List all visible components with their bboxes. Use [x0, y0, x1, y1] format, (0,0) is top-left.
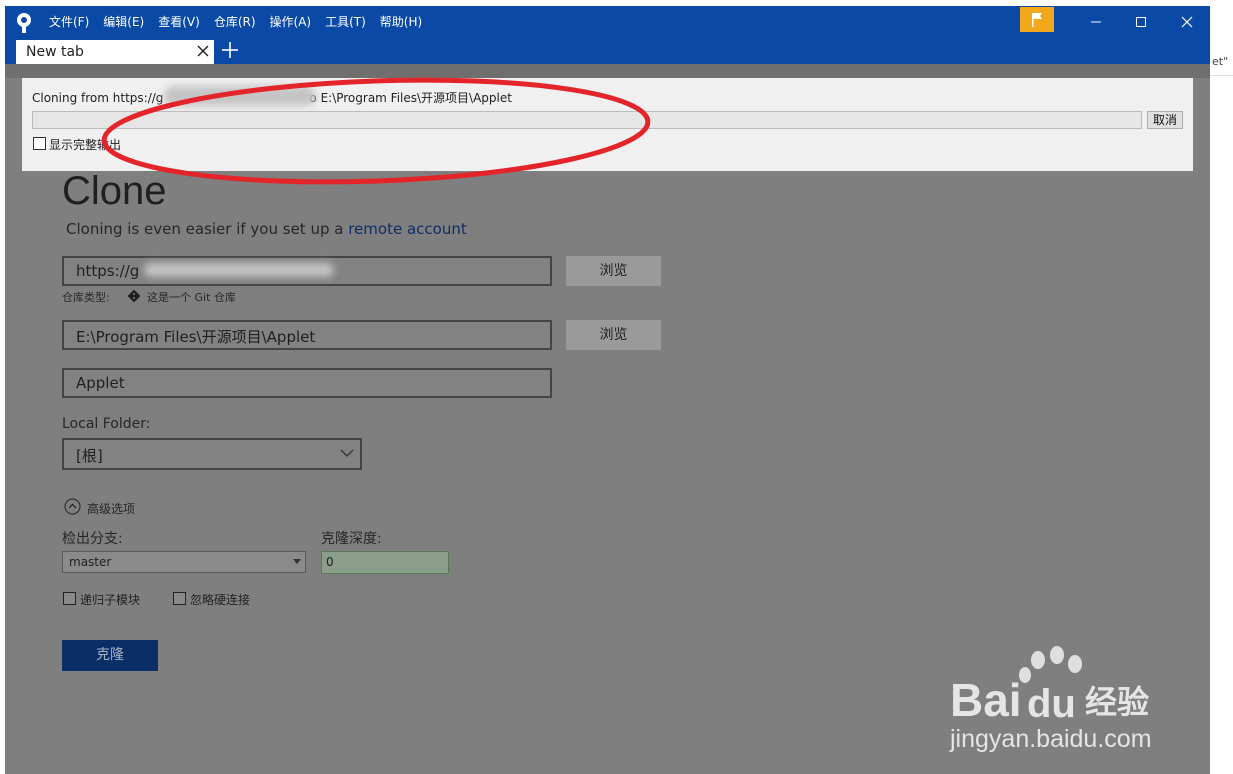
svg-text:经验: 经验	[1085, 683, 1149, 721]
clone-depth-input[interactable]: 0	[321, 551, 449, 574]
menu-tools[interactable]: 工具(T)	[325, 13, 366, 30]
clone-subtitle: Cloning is even easier if you set up a r…	[66, 220, 467, 238]
red-annotation-ellipse	[101, 77, 651, 185]
ignore-hardlinks-label: 忽略硬连接	[190, 593, 251, 607]
flag-icon	[1032, 12, 1042, 27]
branch-value: master	[69, 555, 112, 569]
menu-edit[interactable]: 编辑(E)	[103, 13, 144, 30]
maximize-icon	[1136, 16, 1146, 27]
repo-type-label: 仓库类型:	[62, 291, 110, 304]
browse-source-button[interactable]: 浏览	[566, 256, 661, 286]
minimize-icon	[1091, 21, 1101, 22]
remote-account-link[interactable]: remote account	[348, 220, 467, 238]
destination-path-field[interactable]: E:\Program Files\开源项目\Applet	[62, 320, 552, 350]
repo-name-field[interactable]: Applet	[62, 368, 552, 398]
tab-bar: New tab	[5, 37, 1210, 64]
background-window-edge	[1210, 75, 1233, 76]
add-tab-icon[interactable]	[220, 40, 240, 60]
svg-text:Bai: Bai	[950, 674, 1022, 726]
chevron-down-icon	[293, 559, 301, 564]
branch-label: 检出分支:	[62, 531, 123, 547]
svg-text:jingyan.baidu.com: jingyan.baidu.com	[949, 725, 1152, 753]
menu-file[interactable]: 文件(F)	[49, 13, 89, 30]
tab-label: New tab	[26, 44, 84, 60]
advanced-options-toggle[interactable]: 高级选项	[87, 500, 135, 517]
clone-depth-value: 0	[326, 555, 334, 569]
menu-repository[interactable]: 仓库(R)	[214, 13, 256, 30]
clone-button[interactable]: 克隆	[62, 640, 158, 671]
menu-help[interactable]: 帮助(H)	[380, 13, 422, 30]
show-full-output-checkbox[interactable]	[33, 137, 46, 150]
minimize-button[interactable]	[1073, 6, 1119, 37]
source-url-value: https://g	[76, 262, 140, 280]
chevron-down-icon	[340, 449, 354, 457]
close-button[interactable]	[1164, 6, 1210, 37]
repo-type-value: 这是一个 Git 仓库	[147, 291, 236, 304]
cancel-button[interactable]: 取消	[1147, 111, 1183, 129]
close-icon	[1181, 16, 1193, 27]
recurse-submodules-label: 递归子模块	[80, 593, 141, 607]
repo-name-value: Applet	[76, 374, 125, 392]
svg-text:du: du	[1027, 682, 1076, 726]
local-folder-value: [根]	[76, 447, 103, 465]
destination-path-value: E:\Program Files\开源项目\Applet	[76, 328, 316, 346]
collapse-advanced-icon[interactable]	[64, 498, 81, 515]
title-bar: 文件(F) 编辑(E) 查看(V) 仓库(R) 操作(A) 工具(T) 帮助(H…	[5, 6, 1210, 37]
background-window-text: et"	[1212, 55, 1229, 68]
app-window: 文件(F) 编辑(E) 查看(V) 仓库(R) 操作(A) 工具(T) 帮助(H…	[5, 6, 1210, 774]
branch-dropdown[interactable]: master	[62, 551, 306, 573]
flag-button[interactable]	[1020, 7, 1054, 32]
sourcetree-logo-icon	[17, 13, 31, 33]
source-url-field[interactable]: https://g	[62, 256, 552, 286]
baidu-jingyan-watermark: Bai du 经验 jingyan.baidu.com	[949, 646, 1152, 753]
subtitle-text: Cloning is even easier if you set up a	[66, 220, 349, 238]
browse-destination-button[interactable]: 浏览	[566, 320, 661, 350]
menu-view[interactable]: 查看(V)	[158, 13, 200, 30]
local-folder-label: Local Folder:	[62, 416, 151, 432]
local-folder-dropdown[interactable]: [根]	[62, 438, 362, 470]
git-icon	[127, 289, 141, 303]
redacted-url	[144, 263, 334, 277]
menu-bar: 文件(F) 编辑(E) 查看(V) 仓库(R) 操作(A) 工具(T) 帮助(H…	[49, 6, 436, 37]
recurse-submodules-checkbox[interactable]	[63, 592, 76, 605]
clone-depth-label: 克隆深度:	[321, 531, 382, 547]
ignore-hardlinks-checkbox[interactable]	[173, 592, 186, 605]
maximize-button[interactable]	[1118, 6, 1164, 37]
menu-actions[interactable]: 操作(A)	[270, 13, 312, 30]
tab-close-icon[interactable]	[195, 42, 211, 60]
